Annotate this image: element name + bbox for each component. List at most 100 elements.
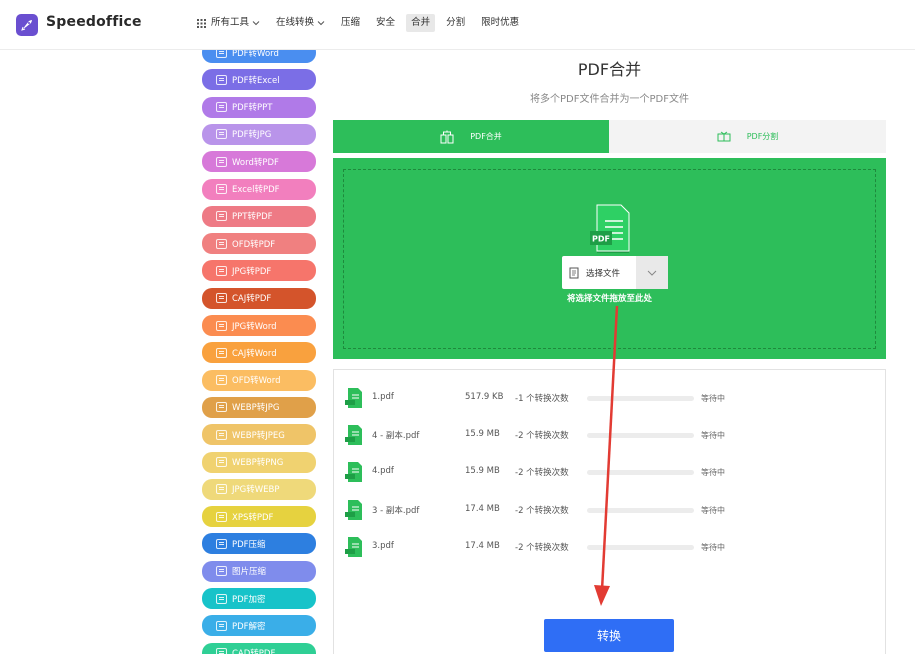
app-window: Speedoffice 所有工具 在线转换 压缩 安全 合并 分割 限时优惠 P…	[0, 0, 915, 654]
tool-icon	[216, 402, 227, 413]
nav-security[interactable]: 安全	[371, 14, 400, 32]
nav-all-tools[interactable]: 所有工具	[192, 14, 265, 32]
choose-file-label: 选择文件	[586, 268, 621, 279]
sidebar-item[interactable]: WEBP转JPG	[202, 396, 316, 418]
rocket-logo-icon[interactable]	[16, 14, 38, 36]
nav-merge[interactable]: 合并	[406, 14, 436, 32]
choose-file-button[interactable]: 选择文件	[562, 256, 636, 289]
sidebar-item[interactable]: WEBP转JPEG	[202, 424, 316, 446]
sidebar-item[interactable]: Excel转PDF	[202, 178, 316, 200]
tool-icon	[216, 265, 227, 276]
sidebar-item[interactable]: XPS转PDF	[202, 506, 316, 528]
tool-icon	[216, 156, 227, 167]
sidebar-item-label: JPG转PDF	[232, 266, 272, 277]
conversion-count: -2 个转换次数	[515, 543, 569, 553]
conversion-count: -2 个转换次数	[515, 431, 569, 441]
sidebar-item[interactable]: PDF转Excel	[202, 69, 316, 91]
tool-icon	[216, 620, 227, 631]
top-header: Speedoffice 所有工具 在线转换 压缩 安全 合并 分割 限时优惠	[0, 0, 915, 50]
sidebar-item[interactable]: PPT转PDF	[202, 205, 316, 227]
tool-icon	[216, 238, 227, 249]
file-name: 4.pdf	[372, 466, 394, 476]
file-name: 1.pdf	[372, 392, 394, 402]
tab-label: PDF分割	[746, 132, 779, 141]
page-title: PDF合并	[577, 60, 642, 79]
sidebar-item[interactable]: JPG转PDF	[202, 260, 316, 282]
file-icon	[569, 267, 579, 278]
sidebar-item-label: PPT转PDF	[232, 212, 273, 223]
sidebar-item-label: XPS转PDF	[232, 512, 274, 523]
sidebar-item[interactable]: PDF转JPG	[202, 123, 316, 145]
sidebar-item[interactable]: CAJ转PDF	[202, 287, 316, 309]
nav-compress[interactable]: 压缩	[336, 14, 365, 32]
sidebar-item-label: CAD转PDF	[232, 647, 275, 654]
tool-icon	[216, 511, 227, 522]
file-status: 等待中	[701, 543, 725, 552]
nav-label: 安全	[376, 17, 396, 28]
sidebar-item[interactable]: CAJ转Word	[202, 342, 316, 364]
tool-icon	[216, 593, 227, 604]
sidebar-item[interactable]: PDF解密	[202, 615, 316, 637]
sidebar-item[interactable]: CAD转PDF	[202, 642, 316, 654]
tool-icon	[216, 74, 227, 85]
sidebar-item-label: JPG转Word	[232, 321, 277, 332]
tab-pdf-split[interactable]: PDF分割	[609, 120, 886, 153]
sidebar-item[interactable]: 图片压缩	[202, 560, 316, 582]
sidebar-item[interactable]: PDF转PPT	[202, 96, 316, 118]
conversion-count: -2 个转换次数	[515, 468, 569, 478]
tool-sidebar: PDF转Word PDF转Excel PDF转PPT PDF转JPG Word转PDF E…	[202, 40, 316, 654]
sidebar-item-label: OFD转Word	[232, 376, 281, 387]
file-list: 1.pdf 517.9 KB -1 个转换次数 等待中 4 - 副本.pdf 15.9 M…	[333, 369, 886, 654]
tool-icon	[216, 129, 227, 140]
file-size: 17.4 MB	[465, 541, 500, 551]
file-status: 等待中	[701, 506, 725, 515]
tool-icon	[216, 293, 227, 304]
sidebar-item-label: PDF解密	[232, 621, 266, 632]
tool-icon	[216, 538, 227, 549]
progress-bar	[587, 396, 694, 401]
sidebar-item[interactable]: JPG转WEBP	[202, 478, 316, 500]
nav-label: 在线转换	[276, 17, 315, 28]
sidebar-item-label: OFD转PDF	[232, 239, 276, 250]
file-size: 17.4 MB	[465, 504, 500, 514]
file-row: 1.pdf 517.9 KB -1 个转换次数 等待中	[334, 386, 887, 410]
sidebar-item-label: WEBP转PNG	[232, 458, 284, 468]
file-name: 3 - 副本.pdf	[372, 506, 420, 516]
sidebar-item-label: WEBP转JPG	[232, 403, 280, 414]
tab-label: PDF合并	[470, 132, 502, 141]
file-status: 等待中	[701, 468, 725, 477]
sidebar-item[interactable]: WEBP转PNG	[202, 451, 316, 473]
brand-name[interactable]: Speedoffice	[46, 14, 142, 30]
tab-pdf-merge[interactable]: PDF合并	[333, 120, 609, 153]
merge-panel: PDF合并 将多个PDF文件合并为一个PDF文件 PDF合并 PDF分割 PDF…	[333, 50, 886, 654]
conversion-count: -2 个转换次数	[515, 506, 569, 516]
pdf-file-icon	[345, 500, 362, 520]
grid-icon	[197, 18, 206, 28]
nav-limited-offer[interactable]: 限时优惠	[476, 14, 524, 32]
tool-icon	[216, 429, 227, 440]
file-row: 3.pdf 17.4 MB -2 个转换次数 等待中	[334, 535, 887, 559]
sidebar-item-label: 图片压缩	[232, 567, 267, 578]
choose-file-control: 选择文件	[562, 256, 668, 289]
sidebar-item[interactable]: PDF压缩	[202, 533, 316, 555]
file-row: 3 - 副本.pdf 17.4 MB -2 个转换次数 等待中	[334, 498, 887, 522]
nav-split[interactable]: 分割	[441, 14, 470, 32]
sidebar-item[interactable]: PDF加密	[202, 588, 316, 609]
sidebar-item[interactable]: Word转PDF	[202, 151, 316, 173]
dropzone-hint: 将选择文件拖放至此处	[566, 294, 652, 304]
nav-label: 合并	[411, 17, 431, 28]
tool-icon	[216, 320, 227, 331]
tool-icon	[216, 484, 227, 495]
tool-icon	[216, 648, 227, 654]
nav-online-convert[interactable]: 在线转换	[271, 14, 330, 32]
convert-button[interactable]: 转换	[544, 619, 674, 652]
pdf-file-icon: PDF	[589, 203, 631, 259]
choose-source-dropdown[interactable]	[636, 256, 668, 289]
sidebar-item[interactable]: OFD转PDF	[202, 233, 316, 255]
tool-icon	[216, 102, 227, 113]
pdf-badge-text: PDF	[592, 235, 610, 244]
merge-icon	[440, 130, 454, 143]
sidebar-item[interactable]: JPG转Word	[202, 315, 316, 336]
main-nav: 所有工具 在线转换 压缩 安全 合并 分割 限时优惠	[192, 14, 530, 32]
sidebar-item[interactable]: OFD转Word	[202, 369, 316, 391]
